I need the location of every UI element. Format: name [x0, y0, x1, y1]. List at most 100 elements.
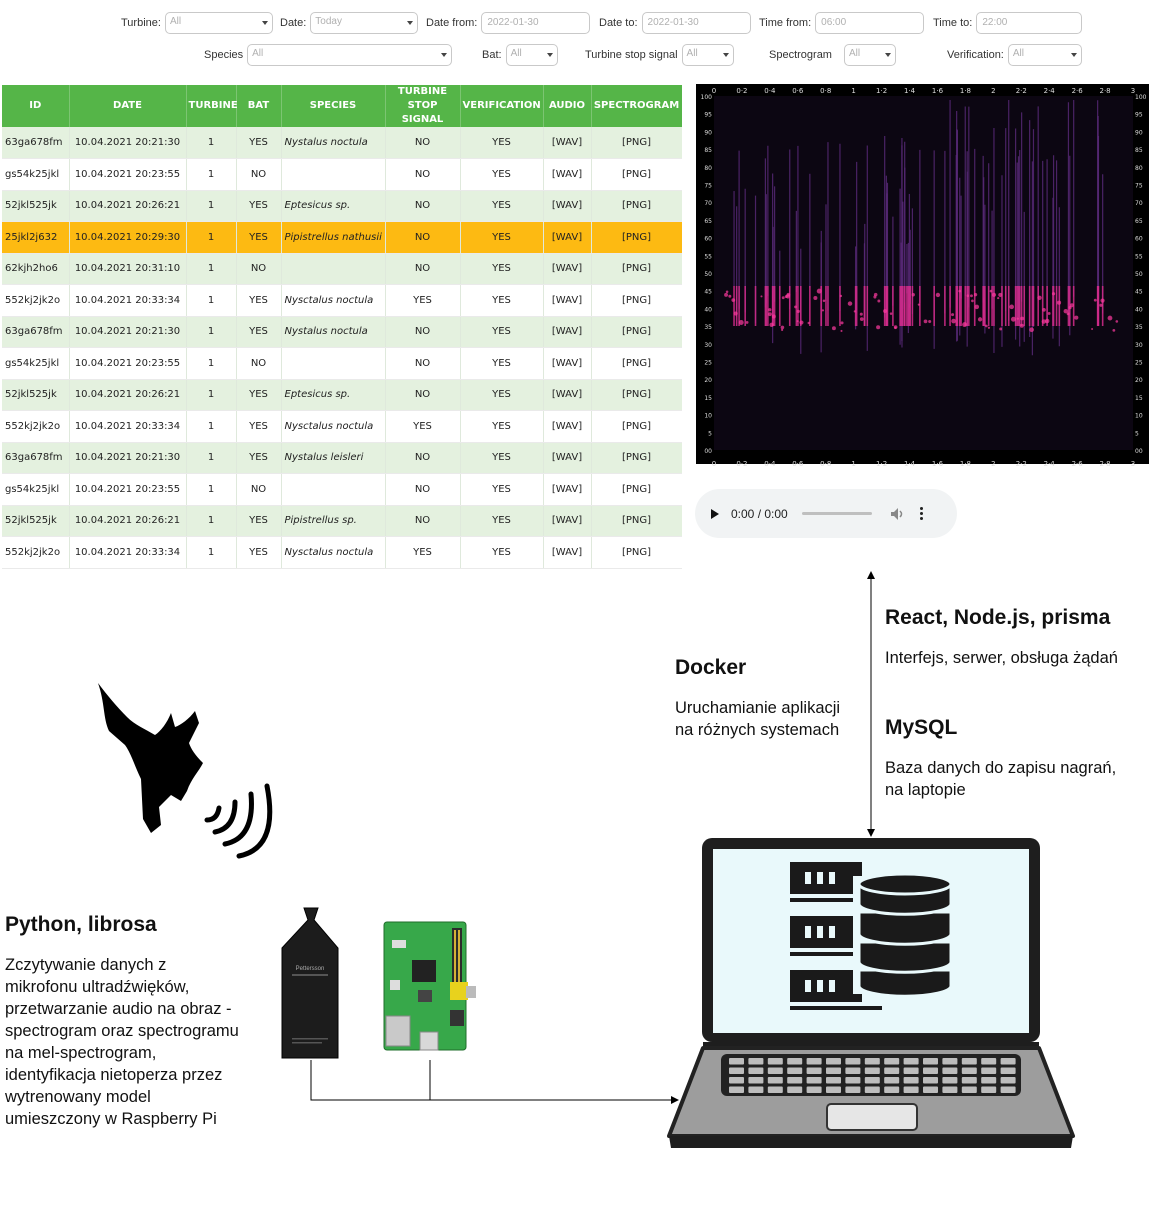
- filter-date: Date: Today: [280, 12, 419, 34]
- spectrogram-select[interactable]: All: [843, 44, 896, 66]
- volume-icon[interactable]: [890, 507, 906, 521]
- table-row[interactable]: 63ga678fm10.04.2021 20:21:301YESNystalus…: [2, 442, 682, 474]
- table-row[interactable]: 62kjh2ho6 10.04.2021 20:31:10 1 NO NO YES [WAV…: [2, 253, 682, 285]
- cell-audio-link[interactable]: [WAV]: [543, 379, 592, 411]
- y-tick-label: 60: [704, 236, 712, 243]
- y-tick-label: 50: [704, 271, 712, 278]
- cell-audio-link[interactable]: [WAV]: [543, 284, 592, 317]
- cell-verification: YES: [460, 127, 544, 159]
- filter-turbine-stop-label: Turbine stop signal: [585, 49, 678, 61]
- cell-audio-link[interactable]: [WAV]: [543, 568, 592, 569]
- cell-audio-link[interactable]: [WAV]: [543, 442, 592, 474]
- table-row[interactable]: 52jkl525jk 10.04.2021 20:26:21 1 YES Eptesic…: [2, 190, 682, 222]
- turbine-select[interactable]: All: [164, 12, 273, 34]
- cell-date: 10.04.2021 20:23:55: [69, 158, 187, 191]
- x-tick-label: 1·4: [904, 460, 916, 468]
- time-from-input[interactable]: 06:00: [815, 12, 925, 34]
- column-header[interactable]: VERIFICATION: [460, 85, 544, 127]
- table-row[interactable]: 25jkl2j632 10.04.2021 20:29:30 1 YES Pipistr…: [2, 221, 682, 254]
- x-tick-label: 0·8: [820, 87, 831, 95]
- x-tick-label: 2·2: [1016, 460, 1027, 468]
- cell-spectrogram-link[interactable]: [PNG]: [591, 568, 682, 569]
- cell-audio-link[interactable]: [WAV]: [543, 536, 592, 569]
- column-header[interactable]: SPECTROGRAM: [591, 85, 682, 127]
- cell-audio-link[interactable]: [WAV]: [543, 473, 592, 506]
- cell-audio-link[interactable]: [WAV]: [543, 253, 592, 285]
- column-header[interactable]: ID: [2, 85, 70, 127]
- y-tick-label: 100: [701, 94, 713, 101]
- filter-date-label: Date:: [280, 17, 307, 29]
- column-header[interactable]: TURBINE STOP SIGNAL: [385, 85, 461, 127]
- column-header[interactable]: DATE: [69, 85, 187, 127]
- cell-audio-link[interactable]: [WAV]: [543, 127, 592, 159]
- date-select[interactable]: Today: [310, 12, 419, 34]
- column-header[interactable]: SPECIES: [281, 85, 386, 127]
- date-to-input[interactable]: 2022-01-30: [641, 12, 751, 34]
- cell-spectrogram-link[interactable]: [PNG]: [591, 536, 682, 569]
- cell-spectrogram-link[interactable]: [PNG]: [591, 505, 682, 537]
- cell-spectrogram-link[interactable]: [PNG]: [591, 410, 682, 443]
- table-row[interactable]: 52jkl525jk 10.04.2021 20:26:21 1 YES Eptesic…: [2, 379, 682, 411]
- cell-spectrogram-link[interactable]: [PNG]: [591, 127, 682, 159]
- cell-spectrogram-link[interactable]: [PNG]: [591, 158, 682, 191]
- cell-spectrogram-link[interactable]: [PNG]: [591, 442, 682, 474]
- cell-stop-signal: NO: [385, 221, 461, 254]
- verification-select[interactable]: All: [1007, 44, 1082, 66]
- cell-date: 10.04.2021 20:21:30: [69, 316, 187, 348]
- cell-spectrogram-link[interactable]: [PNG]: [591, 190, 682, 222]
- mysql-title: MySQL: [885, 716, 958, 739]
- more-options-icon[interactable]: [919, 507, 923, 520]
- cell-species: Eptesicus sp.: [281, 190, 386, 222]
- audio-player[interactable]: 0:00 / 0:00: [695, 489, 957, 538]
- cell-audio-link[interactable]: [WAV]: [543, 347, 592, 380]
- cell-spectrogram-link[interactable]: [PNG]: [591, 284, 682, 317]
- cell-spectrogram-link[interactable]: [PNG]: [591, 316, 682, 348]
- audio-progress-track[interactable]: [801, 512, 872, 515]
- cell-audio-link[interactable]: [WAV]: [543, 316, 592, 348]
- table-row[interactable]: 63ga678fm10.04.2021 20:21:301YESNystalus…: [2, 316, 682, 348]
- table-row[interactable]: gs54k25jkl 10.04.2021 20:23:55 1 NO NO YES [WA…: [2, 473, 682, 506]
- cell-turbine: 1: [186, 253, 237, 285]
- time-to-input[interactable]: 22:00: [976, 12, 1083, 34]
- date-from-input[interactable]: 2022-01-30: [481, 12, 591, 34]
- column-header[interactable]: BAT: [236, 85, 282, 127]
- python-desc-line: na mel-spectrogram,: [5, 1044, 157, 1062]
- table-row[interactable]: 63ga678fm10.04.2021 20:21:301YESNystalus…: [2, 568, 682, 569]
- cell-audio-link[interactable]: [WAV]: [543, 410, 592, 443]
- docker-desc-line: na różnych systemach: [675, 721, 840, 739]
- bat-select[interactable]: All: [505, 44, 558, 66]
- play-icon[interactable]: [711, 508, 719, 519]
- y-tick-label: 5: [708, 430, 712, 437]
- table-row[interactable]: gs54k25jkl 10.04.2021 20:23:55 1 NO NO YES [WA…: [2, 158, 682, 191]
- table-row[interactable]: 552kj2jk2o 10.04.2021 20:33:34 1 YES Nysctal…: [2, 536, 682, 569]
- column-header[interactable]: AUDIO: [543, 85, 592, 127]
- table-row[interactable]: 63ga678fm10.04.2021 20:21:301YESNystalus…: [2, 127, 682, 159]
- table-row[interactable]: 552kj2jk2o 10.04.2021 20:33:34 1 YES Nysctal…: [2, 284, 682, 317]
- mysql-desc-line: Baza danych do zapisu nagrań,: [885, 759, 1117, 777]
- cell-audio-link[interactable]: [WAV]: [543, 505, 592, 537]
- cell-audio-link[interactable]: [WAV]: [543, 221, 592, 254]
- x-tick-label: 2·8: [1099, 460, 1110, 468]
- cell-bat: YES: [236, 410, 282, 443]
- cell-audio-link[interactable]: [WAV]: [543, 190, 592, 222]
- column-header[interactable]: TURBINE: [186, 85, 238, 127]
- y-tick-label: 90: [704, 129, 712, 136]
- docker-desc: Uruchamianie aplikacji na różnych system…: [675, 697, 840, 741]
- filter-date-from-label: Date from:: [426, 17, 478, 29]
- cell-audio-link[interactable]: [WAV]: [543, 158, 592, 191]
- table-row[interactable]: 52jkl525jk 10.04.2021 20:26:21 1 YES Pipistr…: [2, 505, 682, 537]
- cell-stop-signal: NO: [385, 127, 461, 159]
- table-row[interactable]: 552kj2jk2o 10.04.2021 20:33:34 1 YES Nysctal…: [2, 410, 682, 443]
- cell-spectrogram-link[interactable]: [PNG]: [591, 253, 682, 285]
- turbine-stop-select[interactable]: All: [681, 44, 734, 66]
- cell-stop-signal: NO: [385, 253, 461, 285]
- species-select[interactable]: All: [247, 44, 453, 66]
- filter-bat-label: Bat:: [482, 49, 502, 61]
- cell-spectrogram-link[interactable]: [PNG]: [591, 221, 682, 254]
- cell-spectrogram-link[interactable]: [PNG]: [591, 379, 682, 411]
- table-row[interactable]: gs54k25jkl 10.04.2021 20:23:55 1 NO NO YES [WA…: [2, 347, 682, 380]
- react-title: React, Node.js, prisma: [885, 606, 1111, 629]
- cell-spectrogram-link[interactable]: [PNG]: [591, 473, 682, 506]
- cell-spectrogram-link[interactable]: [PNG]: [591, 347, 682, 380]
- cell-stop-signal: YES: [385, 410, 461, 443]
